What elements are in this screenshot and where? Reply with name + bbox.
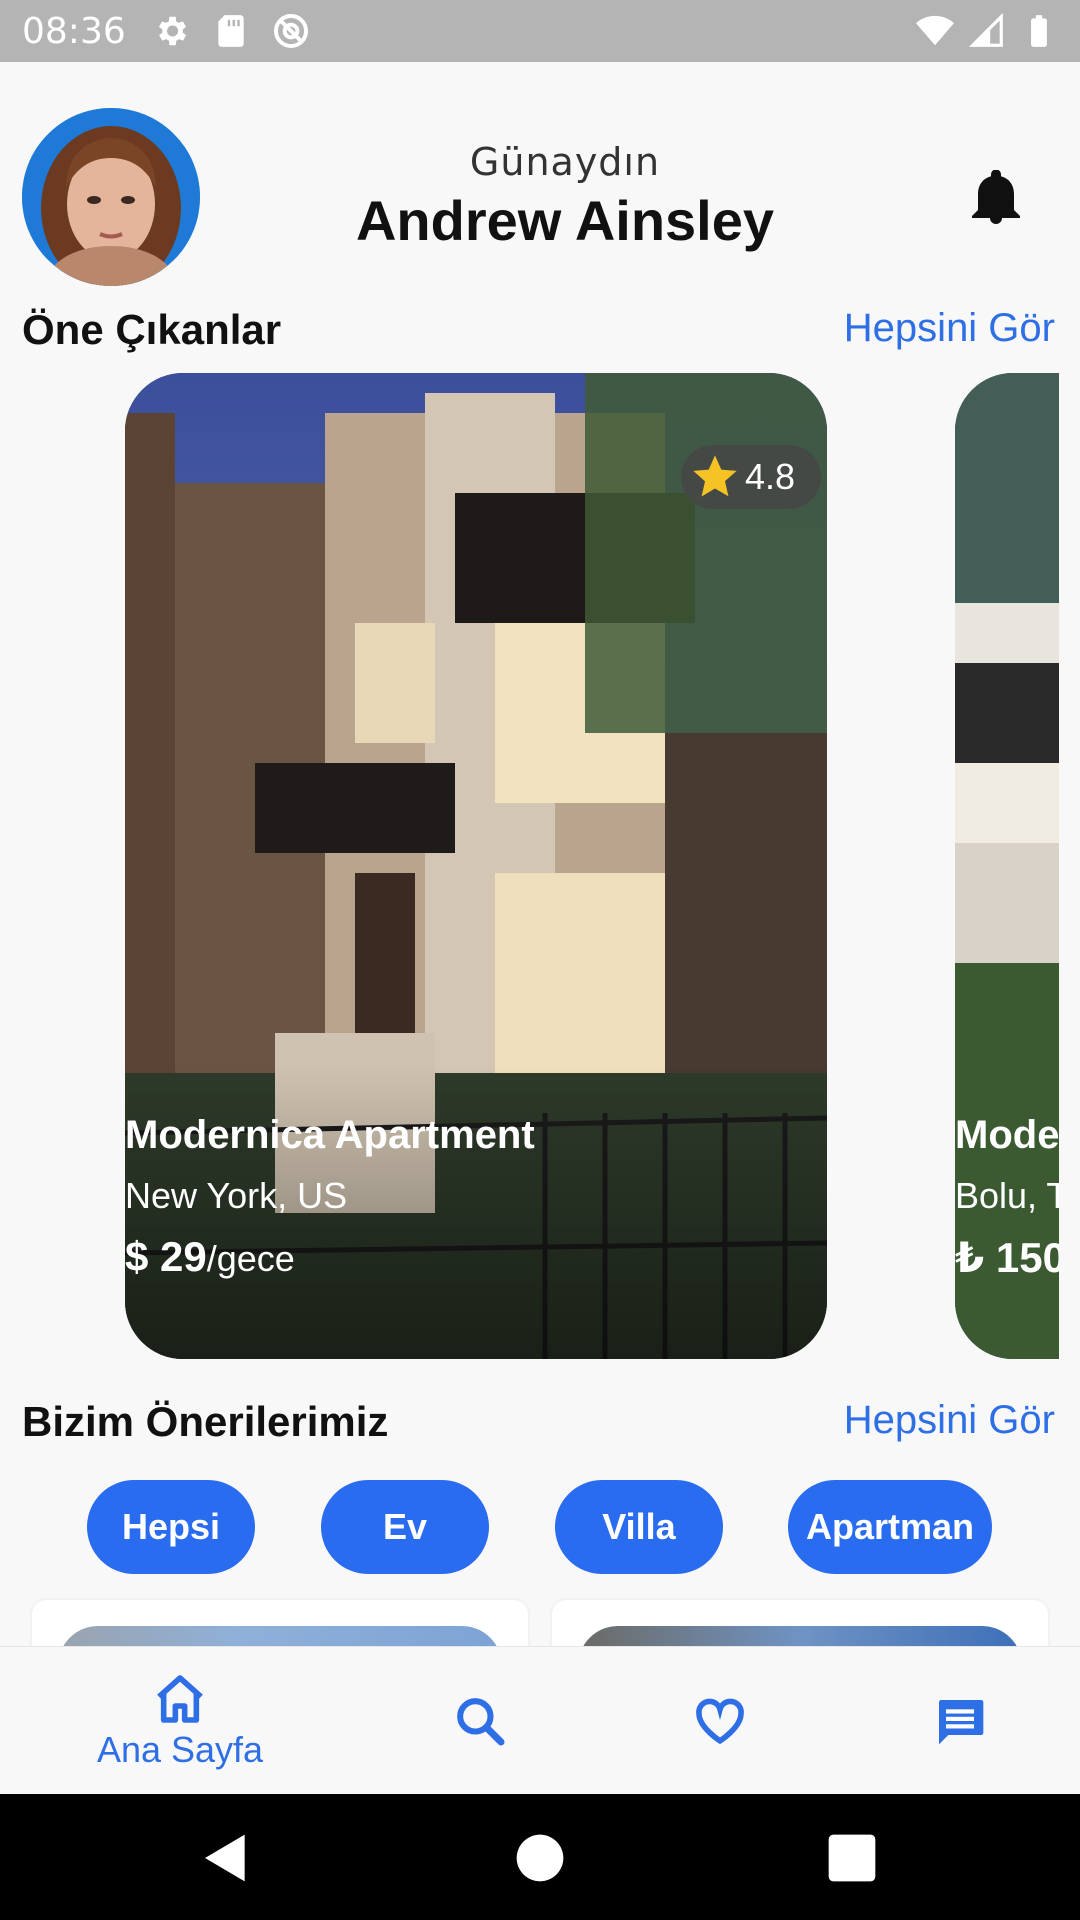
gear-icon [158, 16, 186, 46]
featured-card[interactable]: Mode Bolu, T ₺ 150 [955, 373, 1059, 1359]
recommendations-title: Bizim Önerilerimiz [22, 1398, 389, 1445]
filter-chip-apartment[interactable]: Apartman [788, 1480, 992, 1574]
filter-chip-villa[interactable]: Villa [555, 1480, 723, 1574]
property-price: ₺ 150 [955, 1233, 1059, 1282]
nav-item-home[interactable]: Ana Sayfa [80, 1647, 280, 1795]
wifi-icon [916, 15, 954, 46]
system-navigation-bar [0, 1794, 1080, 1920]
rating-badge: 4.8 [681, 445, 821, 509]
featured-card[interactable]: 4.8 Modernica Apartment New York, US $ 2… [125, 373, 827, 1359]
property-location: Bolu, T [955, 1175, 1059, 1216]
property-location: New York, US [125, 1175, 348, 1216]
home-icon [157, 1675, 203, 1723]
greeting-block: Günaydın Andrew Ainsley [300, 140, 830, 253]
status-bar: 08:36 [0, 0, 1080, 62]
property-price: $ 29/gece [125, 1233, 295, 1281]
filter-chip-all[interactable]: Hepsi [87, 1480, 255, 1574]
rating-value: 4.8 [745, 456, 796, 497]
sd-card-icon [218, 15, 244, 47]
at-sign-icon [273, 13, 308, 49]
home-circle-icon[interactable] [512, 1830, 568, 1886]
avatar-photo [22, 108, 200, 286]
filter-chip-house[interactable]: Ev [321, 1480, 489, 1574]
battery-icon [1031, 15, 1047, 47]
price-amount: ₺ 150 [955, 1234, 1059, 1281]
price-unit: /gece [206, 1238, 295, 1279]
nav-item-messages[interactable] [920, 1647, 1000, 1795]
nav-label-home: Ana Sayfa [96, 1729, 264, 1770]
property-name: Modernica Apartment [125, 1113, 535, 1157]
status-icons-right [916, 12, 1058, 50]
featured-see-all-link[interactable]: Hepsini Gör [844, 306, 1055, 351]
bottom-navigation: Ana Sayfa [0, 1646, 1080, 1794]
cell-signal-icon [968, 12, 1003, 47]
status-time: 08:36 [22, 10, 126, 52]
heart-icon [696, 1698, 744, 1745]
status-icons-left [152, 12, 310, 50]
avatar[interactable] [22, 108, 200, 286]
recents-icon[interactable] [824, 1830, 880, 1886]
greeting-text: Günaydın [469, 140, 661, 184]
price-amount: $ 29 [125, 1233, 207, 1280]
back-icon[interactable] [198, 1830, 254, 1886]
featured-title: Öne Çıkanlar [22, 306, 282, 353]
search-icon [457, 1698, 505, 1746]
recommendations-see-all-link[interactable]: Hepsini Gör [844, 1398, 1055, 1443]
user-name: Andrew Ainsley [355, 189, 775, 252]
nav-item-favorites[interactable] [680, 1647, 760, 1795]
nav-item-search[interactable] [440, 1647, 520, 1795]
property-name: Mode [955, 1113, 1059, 1157]
star-icon [693, 455, 737, 497]
bell-icon[interactable] [972, 170, 1020, 224]
message-icon [939, 1700, 984, 1745]
